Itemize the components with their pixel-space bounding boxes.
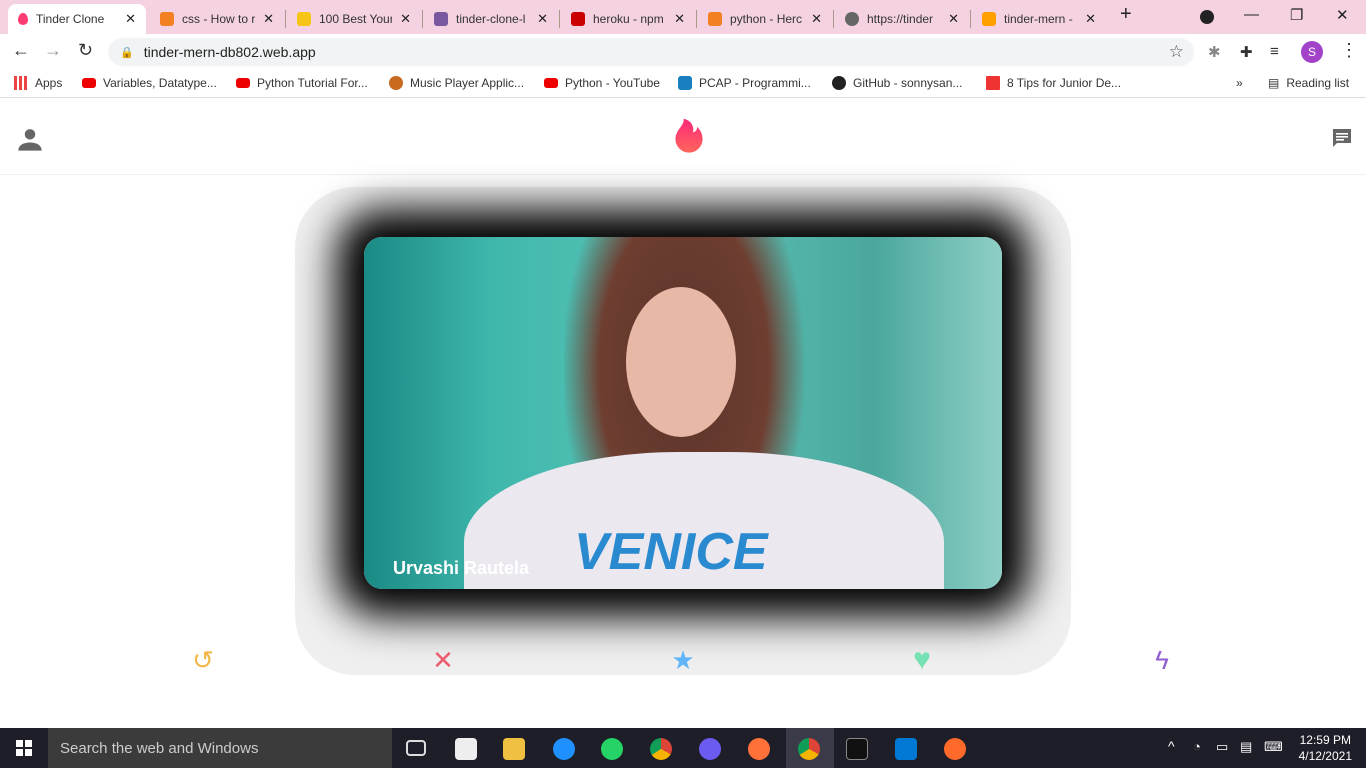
extensions-icon[interactable]: ✚ xyxy=(1240,43,1253,61)
replay-icon: ↺ xyxy=(192,644,214,675)
tab[interactable]: tinder-mern - ✕ xyxy=(972,4,1106,34)
back-button[interactable]: ← xyxy=(12,40,30,61)
firefox-dev-icon[interactable] xyxy=(699,738,721,760)
firefox-icon[interactable] xyxy=(748,738,770,760)
whatsapp-icon[interactable] xyxy=(601,738,623,760)
vscode-icon[interactable] xyxy=(895,738,917,760)
close-tab-icon[interactable]: ✕ xyxy=(1085,11,1096,27)
bookmark[interactable]: GitHub - sonnysan... xyxy=(832,76,962,90)
window-close-button[interactable]: ✕ xyxy=(1336,6,1349,24)
bookmark[interactable]: Music Player Applic... xyxy=(389,76,524,90)
youtube-icon xyxy=(544,78,558,88)
bookmark[interactable]: Variables, Datatype... xyxy=(82,76,217,90)
tinder-logo-icon[interactable] xyxy=(672,116,706,154)
tray-chevron-icon[interactable]: ^ xyxy=(1168,738,1175,754)
tab[interactable]: tinder-clone-l ✕ xyxy=(424,4,558,34)
task-view-icon[interactable] xyxy=(406,740,426,756)
tab-bar: Tinder Clone ✕ css - How to r ✕ 100 Best Y… xyxy=(0,0,1366,34)
wifi-icon[interactable]: ◔ xyxy=(1193,739,1201,754)
star-button[interactable]: ★ xyxy=(668,645,698,675)
tab[interactable]: https://tinder ✕ xyxy=(835,4,969,34)
bookmark[interactable]: 8 Tips for Junior De... xyxy=(986,76,1121,90)
notification-icon[interactable]: ▤ xyxy=(1240,739,1252,755)
stackoverflow-icon xyxy=(160,12,174,26)
bookmark[interactable]: Python - YouTube xyxy=(544,76,660,90)
bookmark[interactable]: Python Tutorial For... xyxy=(236,76,368,90)
npm-icon xyxy=(571,12,585,26)
media-control-icon[interactable]: ≡ xyxy=(1270,43,1279,60)
url-text: tinder-mern-db802.web.app xyxy=(143,44,316,60)
star-icon: ★ xyxy=(671,644,695,675)
more-bookmarks-button[interactable]: » xyxy=(1236,76,1243,90)
restore-button[interactable]: ❐ xyxy=(1290,6,1303,24)
taskbar-search[interactable]: Search the web and Windows xyxy=(48,728,392,768)
tab[interactable]: 100 Best Your ✕ xyxy=(287,4,421,34)
firebase-icon xyxy=(982,12,996,26)
tab[interactable]: python - Herc ✕ xyxy=(698,4,832,34)
terminal-icon[interactable] xyxy=(846,738,868,760)
apps-grid-icon xyxy=(14,76,28,90)
close-tab-icon[interactable]: ✕ xyxy=(537,11,548,27)
bug-extension-icon[interactable]: ✱ xyxy=(1208,43,1221,61)
postman-icon[interactable] xyxy=(944,738,966,760)
stackoverflow-icon xyxy=(708,12,722,26)
profile-name: Urvashi Rautela xyxy=(393,558,530,578)
forward-button[interactable]: → xyxy=(44,40,62,61)
github-icon xyxy=(832,76,846,90)
address-bar[interactable]: 🔒 tinder-mern-db802.web.app ☆ xyxy=(108,38,1194,66)
keyboard-icon[interactable]: ⌨ xyxy=(1264,739,1283,755)
close-button[interactable]: ✕ xyxy=(428,645,458,675)
close-tab-icon[interactable]: ✕ xyxy=(674,11,685,27)
favorite-button[interactable]: ♥ xyxy=(907,643,937,676)
close-tab-icon[interactable]: ✕ xyxy=(125,11,136,27)
bookmark[interactable]: PCAP - Programmi... xyxy=(678,76,811,90)
youtube-icon xyxy=(236,78,250,88)
tab-search-icon[interactable] xyxy=(1200,10,1214,24)
minimize-button[interactable]: — xyxy=(1244,6,1259,23)
profile-avatar[interactable]: S xyxy=(1301,41,1323,63)
close-tab-icon[interactable]: ✕ xyxy=(400,11,411,27)
tab[interactable]: css - How to r ✕ xyxy=(150,4,284,34)
heroku-icon xyxy=(434,12,448,26)
chrome-active-icon[interactable] xyxy=(798,738,820,760)
tab[interactable]: heroku - npm ✕ xyxy=(561,4,695,34)
ux-icon xyxy=(986,76,1000,90)
replay-button[interactable]: ↺ xyxy=(188,645,218,675)
new-tab-button[interactable]: + xyxy=(1120,3,1132,26)
tab-tinder-clone[interactable]: Tinder Clone ✕ xyxy=(8,4,146,34)
youtube-icon xyxy=(82,78,96,88)
bolt-icon: ϟ xyxy=(1155,644,1169,675)
chat-icon[interactable] xyxy=(1330,126,1354,150)
heart-icon: ♥ xyxy=(913,643,931,676)
file-explorer-icon[interactable] xyxy=(503,738,525,760)
reading-list-button[interactable]: ▤ Reading list xyxy=(1268,76,1349,90)
music-site-icon xyxy=(389,76,403,90)
store-icon[interactable] xyxy=(455,738,477,760)
chrome-icon[interactable] xyxy=(650,738,672,760)
reading-list-icon: ▤ xyxy=(1268,76,1280,90)
windows-start-icon[interactable] xyxy=(16,740,32,756)
edge-icon[interactable] xyxy=(553,738,575,760)
close-tab-icon[interactable]: ✕ xyxy=(263,11,274,27)
clock[interactable]: 12:59 PM 4/12/2021 xyxy=(1299,732,1352,764)
battery-icon[interactable]: ▭ xyxy=(1216,739,1228,755)
reload-button[interactable]: ↻ xyxy=(78,40,93,61)
close-tab-icon[interactable]: ✕ xyxy=(811,11,822,27)
profile-card[interactable]: VENICE Urvashi Rautela xyxy=(364,237,1002,589)
tinder-icon xyxy=(18,13,28,25)
taskbar: Search the web and Windows ^ ◔ ▭ ▤ ⌨ 12:… xyxy=(0,728,1366,768)
app-header xyxy=(0,100,1366,175)
person-icon[interactable] xyxy=(16,125,44,153)
bookmark-apps[interactable]: Apps xyxy=(14,76,62,90)
globe-icon xyxy=(845,12,859,26)
menu-icon[interactable]: ⋮ xyxy=(1340,40,1358,61)
imdb-icon xyxy=(297,12,311,26)
close-icon: ✕ xyxy=(432,644,454,675)
bookmark-star-icon[interactable]: ☆ xyxy=(1169,42,1184,62)
close-tab-icon[interactable]: ✕ xyxy=(948,11,959,27)
pcap-icon xyxy=(678,76,692,90)
flash-button[interactable]: ϟ xyxy=(1147,645,1177,675)
lock-icon: 🔒 xyxy=(120,46,134,59)
bookmarks-bar: Apps Variables, Datatype... Python Tutor… xyxy=(0,70,1366,98)
